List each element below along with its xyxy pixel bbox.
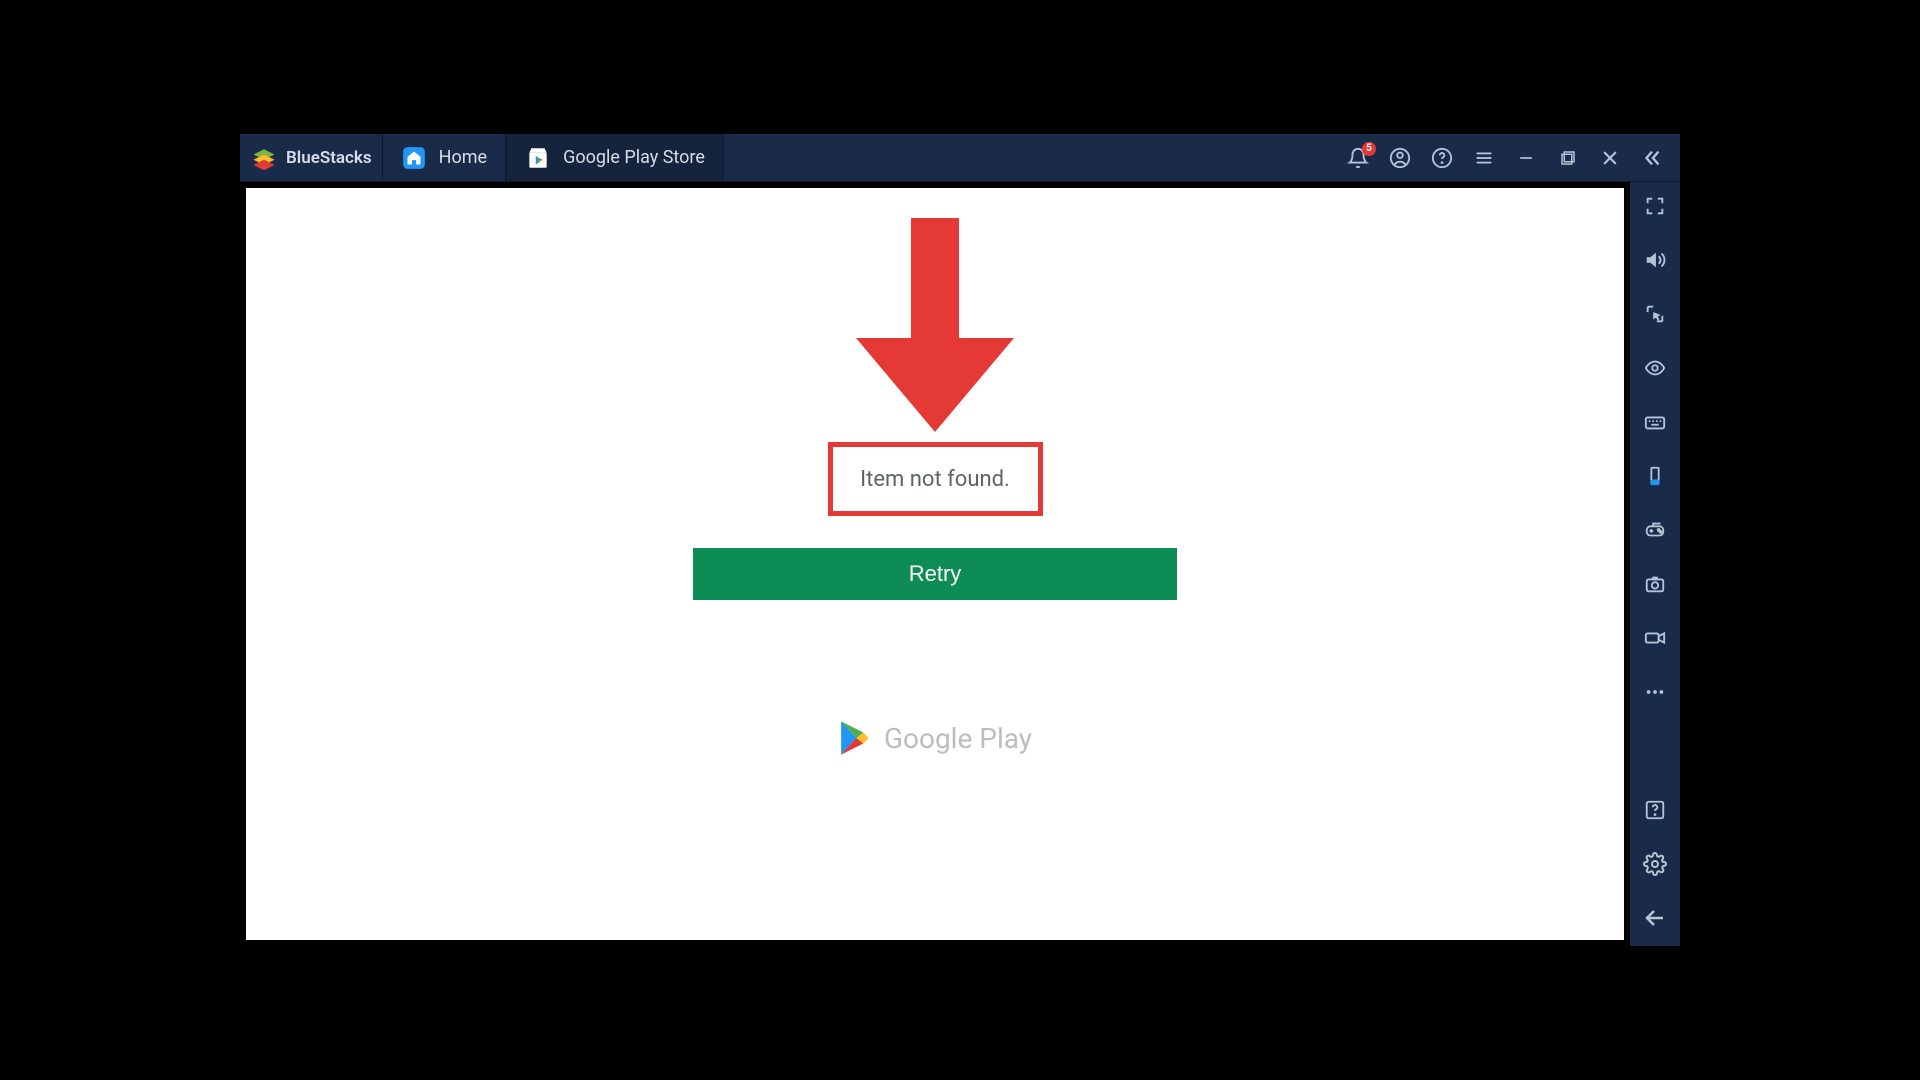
maximize-icon[interactable] <box>1556 146 1580 170</box>
titlebar: BlueStacks Home <box>240 134 1680 182</box>
menu-icon[interactable] <box>1472 146 1496 170</box>
record-icon[interactable] <box>1641 624 1669 652</box>
tabs: Home Google Play Store <box>382 134 724 181</box>
notification-badge: 5 <box>1362 142 1376 156</box>
help-icon[interactable] <box>1430 146 1454 170</box>
rotate-device-icon[interactable] <box>1641 462 1669 490</box>
help-box-icon[interactable] <box>1641 796 1669 824</box>
tab-label: Home <box>439 147 487 168</box>
tab-label: Google Play Store <box>563 147 705 168</box>
home-icon <box>401 145 427 171</box>
tab-play-store[interactable]: Google Play Store <box>506 134 724 181</box>
app-brand: BlueStacks <box>240 134 382 181</box>
retry-label: Retry <box>909 561 962 587</box>
error-message: Item not found. <box>860 467 1010 492</box>
play-store-icon <box>525 145 551 171</box>
google-play-text: Google Play <box>884 722 1032 755</box>
error-highlight-box: Item not found. <box>828 442 1043 516</box>
volume-icon[interactable] <box>1641 246 1669 274</box>
gamepad-icon[interactable] <box>1641 516 1669 544</box>
google-play-brand: Google Play <box>838 720 1032 756</box>
eye-icon[interactable] <box>1641 354 1669 382</box>
tab-home[interactable]: Home <box>382 134 506 181</box>
collapse-sidebar-icon[interactable] <box>1640 146 1664 170</box>
right-sidebar <box>1630 182 1680 946</box>
screen-cursor-icon[interactable] <box>1641 300 1669 328</box>
keyboard-icon[interactable] <box>1641 408 1669 436</box>
titlebar-actions: 5 <box>1330 146 1680 170</box>
more-icon[interactable] <box>1641 678 1669 706</box>
bluestacks-logo-icon <box>250 144 278 172</box>
account-icon[interactable] <box>1388 146 1412 170</box>
google-play-logo-icon <box>838 720 872 756</box>
arrow-down-annotation-icon <box>856 218 1014 432</box>
bell-icon[interactable]: 5 <box>1346 146 1370 170</box>
camera-icon[interactable] <box>1641 570 1669 598</box>
minimize-icon[interactable] <box>1514 146 1538 170</box>
app-name: BlueStacks <box>286 148 372 168</box>
fullscreen-icon[interactable] <box>1641 192 1669 220</box>
back-icon[interactable] <box>1641 904 1669 932</box>
content-area: Item not found. Retry Google Play <box>240 182 1630 946</box>
close-icon[interactable] <box>1598 146 1622 170</box>
settings-icon[interactable] <box>1641 850 1669 878</box>
retry-button[interactable]: Retry <box>693 548 1177 600</box>
